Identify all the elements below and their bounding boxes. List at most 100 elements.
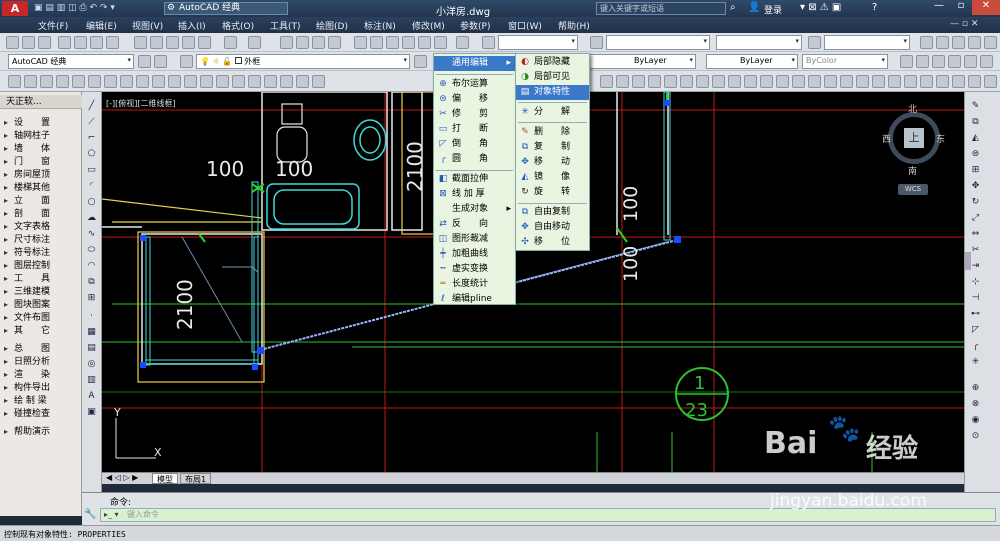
menu-modify[interactable]: 修改(M) [412,19,445,32]
properties-icon[interactable] [354,36,367,49]
redo-icon[interactable] [248,36,261,49]
menu-other[interactable]: ▸ 其 它 [4,324,50,337]
snap-tool-icon-4[interactable]: ⊙ [969,430,982,443]
toolbar-icons-right[interactable]: ▾ ⊠ ⚠ ▣ [800,2,841,13]
dim-angular-icon[interactable] [120,75,133,88]
erase-icon[interactable]: ✎ [969,100,982,113]
region-icon[interactable]: ◎ [85,358,98,371]
sub-displace[interactable]: ✣ 移 位 [516,235,589,250]
scale-icon[interactable]: ⤢ [969,212,982,225]
modify-tool-3[interactable] [632,75,645,88]
chamfer-tool-icon[interactable]: ◸ [969,324,982,337]
modify-tool-23[interactable] [952,75,965,88]
make-current-icon[interactable] [414,55,427,68]
modify-tool-17[interactable] [856,75,869,88]
dim-update-icon[interactable] [312,75,325,88]
copy-icon[interactable] [150,36,163,49]
wrench-icon[interactable]: 🔧 [84,509,96,520]
popup-section-extrude[interactable]: ◧ 截面拉伸 [434,172,515,187]
inspect-icon[interactable] [248,75,261,88]
snap-tool-icon-3[interactable]: ◉ [969,414,982,427]
login-link[interactable]: 登录 [764,3,782,16]
center-mark-icon[interactable] [232,75,245,88]
text-style-icon[interactable] [482,36,495,49]
view-tool-icon-2[interactable] [936,36,949,49]
move-tool-icon[interactable]: ✥ [969,180,982,193]
dim-radius-icon[interactable] [72,75,85,88]
modify-tool-4[interactable] [648,75,661,88]
spline-icon[interactable]: ∿ [85,228,98,241]
menu-section[interactable]: ▸ 剖 面 [4,207,50,220]
popup-length-stats[interactable]: ═ 长度统计 [434,277,515,292]
menu-file[interactable]: 文件(F) [38,19,68,32]
compass-south[interactable]: 南 [908,164,917,177]
menu-axis-column[interactable]: ▸ 轴网柱子 [4,129,50,142]
menu-view[interactable]: 视图(V) [132,19,163,32]
zoom-realtime-icon[interactable] [296,36,309,49]
workspace-title-combo[interactable]: ⚙ AutoCAD 经典 [164,2,288,15]
menu-door-window[interactable]: ▸ 门 窗 [4,155,50,168]
color-combo[interactable]: ByLayer ▾ [586,54,696,69]
menu-3d-modeling[interactable]: ▸ 三维建模 [4,285,50,298]
menu-tools[interactable]: 工具(T) [270,19,301,32]
plot-icon[interactable] [58,36,71,49]
modify-tool-24[interactable] [968,75,981,88]
popup-clip[interactable]: ◫ 图形裁减 [434,232,515,247]
popup-generate[interactable]: 生成对象 ▸ [434,202,515,217]
popup-break[interactable]: ▭ 打 断 [434,122,515,137]
popup-general-edit[interactable]: 通用编辑 ▸ [434,56,515,71]
revision-cloud-icon[interactable]: ☁ [85,212,98,225]
dim-space-icon[interactable] [184,75,197,88]
dim-aligned-icon[interactable] [24,75,37,88]
layer-properties-icon[interactable] [180,55,193,68]
viewcube[interactable]: 上 北 南 东 西 WCS [882,102,946,202]
modify-tool-18[interactable] [872,75,885,88]
design-center-icon[interactable] [370,36,383,49]
sub-object-properties[interactable]: ▤ 对象特性 [516,85,589,100]
modify-tool-8[interactable] [712,75,725,88]
misc-icon-2[interactable] [916,55,929,68]
wcs-button[interactable]: WCS [898,184,928,195]
dim-continue-icon[interactable] [168,75,181,88]
construction-line-icon[interactable]: ⟋ [85,116,98,129]
dim-linear-icon[interactable] [8,75,21,88]
ellipse-arc-icon[interactable]: ◠ [85,260,98,273]
modify-tool-16[interactable] [840,75,853,88]
menu-format[interactable]: 格式(O) [222,19,254,32]
modify-tool-10[interactable] [744,75,757,88]
array-icon[interactable]: ⊞ [969,164,982,177]
menu-settings[interactable]: ▸ 设 置 [4,116,50,129]
modify-tool-2[interactable] [616,75,629,88]
popup-bold-curve[interactable]: ┿ 加粗曲线 [434,247,515,262]
minimize-button[interactable]: — [928,0,950,15]
sub-local-show[interactable]: ◑ 局部可见 [516,70,589,85]
menu-export[interactable]: ▸ 构件导出 [4,381,50,394]
markup-icon[interactable] [418,36,431,49]
misc-icon-1[interactable] [900,55,913,68]
plotstyle-combo[interactable]: ByColor ▾ [802,54,888,69]
modify-tool-15[interactable] [824,75,837,88]
popup-edit-pline[interactable]: ℓ 编辑pline [434,292,515,307]
modify-tool-13[interactable] [792,75,805,88]
point-icon[interactable]: · [85,310,98,323]
modify-tool-5[interactable] [664,75,677,88]
workspace-combo[interactable]: AutoCAD 经典 ▾ [8,54,134,69]
popup-boolean[interactable]: ⊕ 布尔运算 [434,77,515,92]
modify-tool-14[interactable] [808,75,821,88]
sub-local-hide[interactable]: ◐ 局部隐藏 [516,55,589,70]
block-editor-icon[interactable] [198,36,211,49]
add-selected-icon[interactable]: ▣ [85,406,98,419]
match-prop-icon[interactable] [182,36,195,49]
modify-tool-1[interactable] [600,75,613,88]
popup-fillet[interactable]: ╭ 圆 角 [434,152,515,167]
stretch-icon[interactable]: ⇔ [969,228,982,241]
layer-combo[interactable]: 💡 ☼ 🔓 外框 ▾ [196,54,410,69]
view-tool-icon-4[interactable] [968,36,981,49]
sub-free-copy[interactable]: ⧉ 自由复制 [516,205,589,220]
popup-offset[interactable]: ⊜ 偏 移 [434,92,515,107]
menu-wall[interactable]: ▸ 墙 体 [4,142,50,155]
publish-icon[interactable] [90,36,103,49]
sub-explode[interactable]: ✳ 分 解 [516,105,589,120]
menu-dimension-tz[interactable]: ▸ 尺寸标注 [4,233,50,246]
modify-tool-6[interactable] [680,75,693,88]
